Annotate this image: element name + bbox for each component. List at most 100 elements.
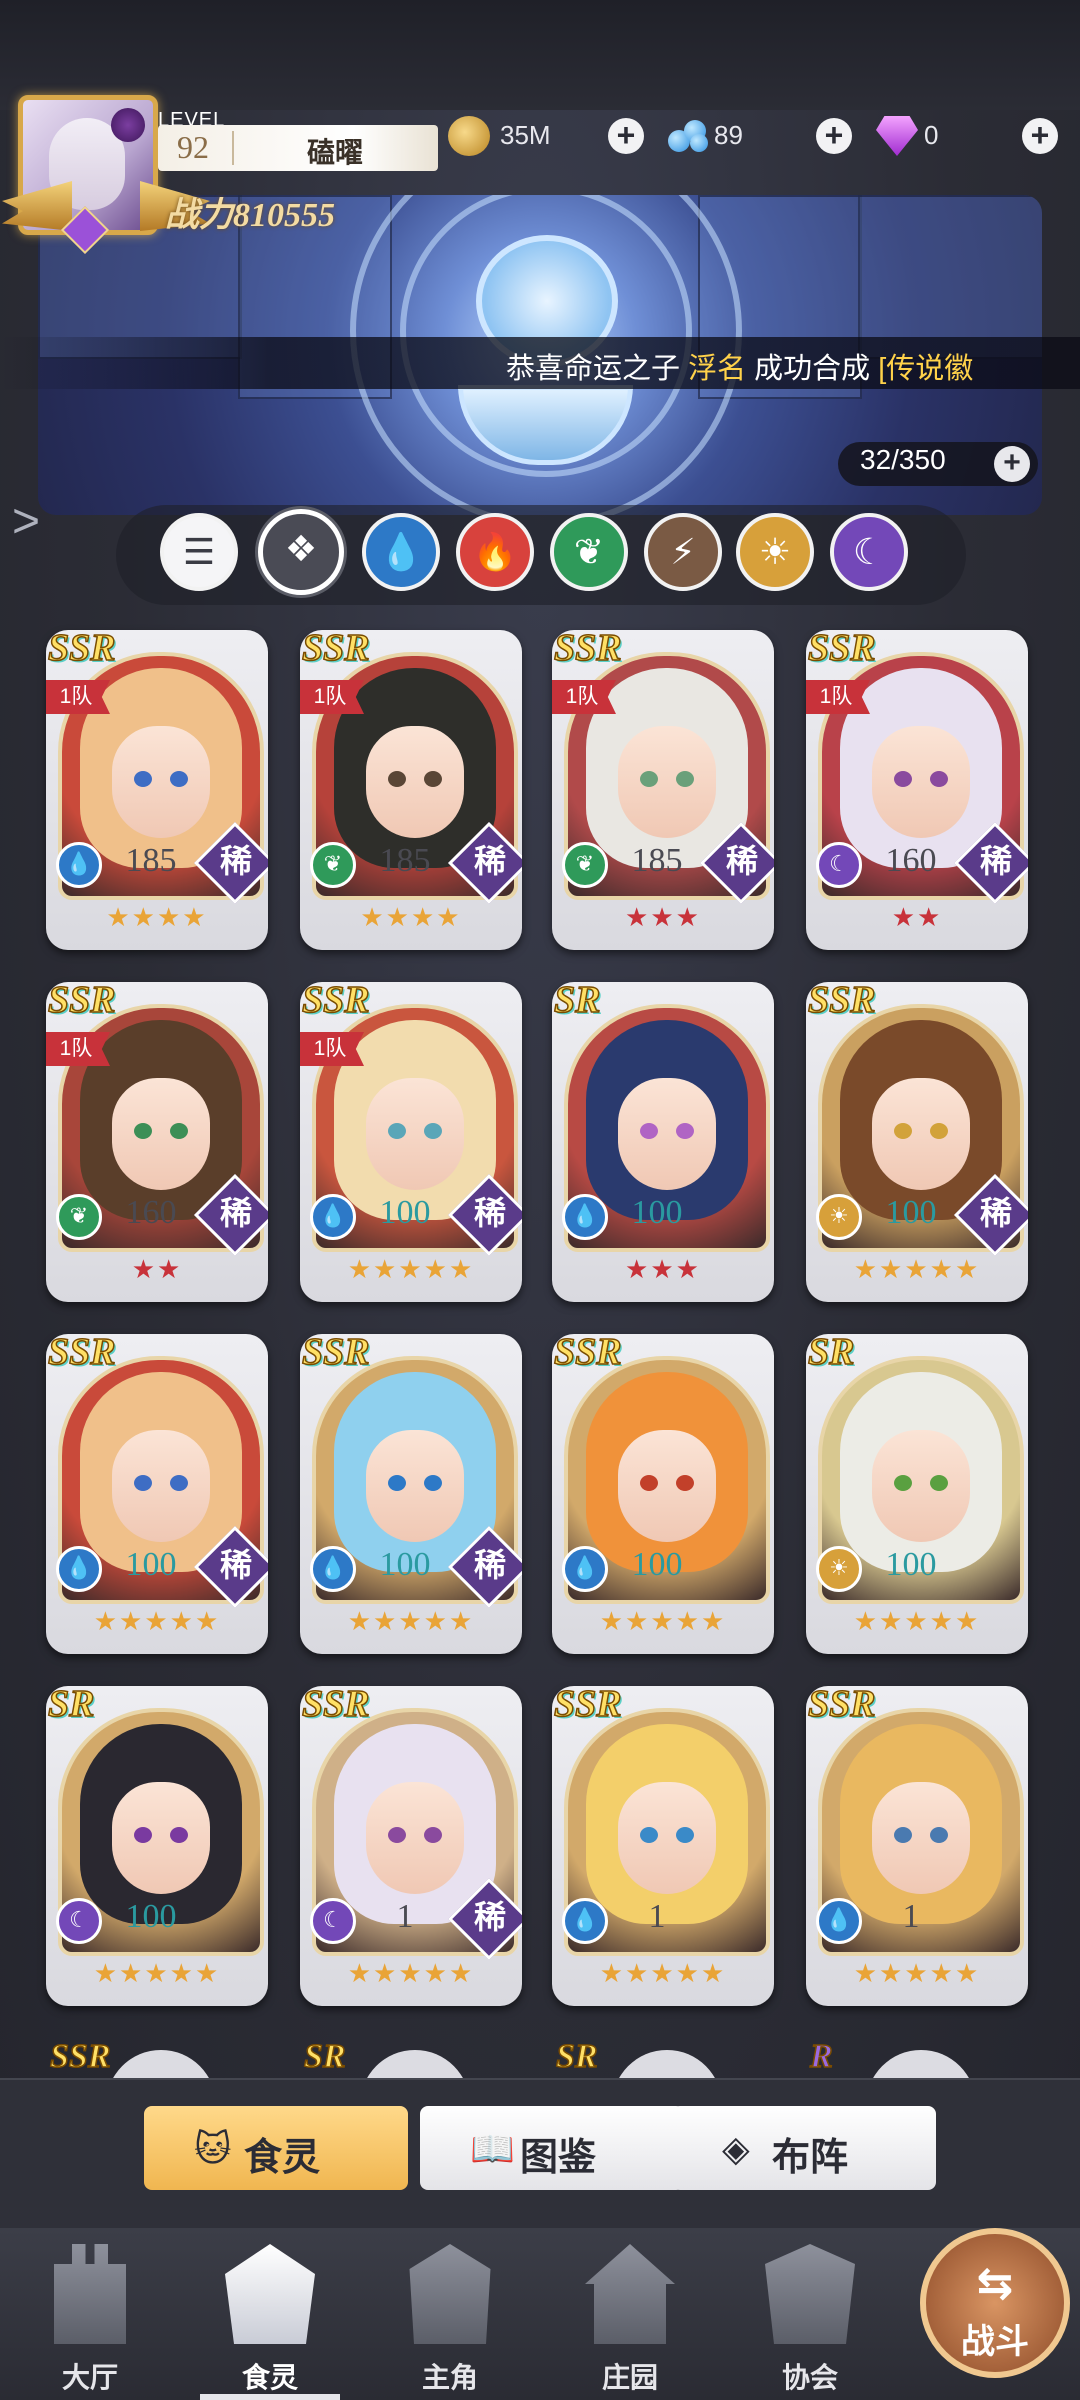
spirit-card[interactable]: SSR 💧 1 ★★★★★ [806,1686,1028,2006]
battle-button[interactable]: ⇆ 战斗 [920,2228,1070,2378]
star-rating: ★★★★★ [347,1606,475,1636]
rarity-badge: SSR [301,1686,370,1726]
formation-icon: ◈ [722,2128,750,2169]
spirit-card[interactable]: SSR 1队 ☾ 160 稀 ★★ [806,630,1028,950]
cat-bowl-icon [225,2244,315,2344]
battle-arrows-icon: ⇆ [976,2259,1014,2308]
star-rating: ★★★★★ [599,1606,727,1636]
nav-manor[interactable]: 庄园 [540,2236,720,2400]
team-tag: 1队 [806,680,870,714]
spirit-card[interactable]: SSR 💧 100 ★★★★★ [552,1334,774,1654]
filter-water[interactable]: 💧 [362,513,440,591]
rarity-badge: SSR [553,1334,622,1374]
spirit-card-partial[interactable]: SR [552,2040,774,2080]
rarity-badge: SSR [807,1686,876,1726]
player-name: 磕曜 [306,137,363,168]
spirit-card[interactable]: SSR 1队 💧 100 稀 ★★★★★ [300,982,522,1302]
filter-fire[interactable]: 🔥 [456,513,534,591]
sun-icon: ☀ [758,531,792,572]
leaf-icon: ❦ [573,531,605,572]
spirit-card[interactable]: SSR 1队 💧 185 稀 ★★★★ [46,630,268,950]
side-panel-arrow-icon[interactable]: > [12,494,40,549]
rare-badge-label: 稀 [725,842,758,880]
filter-dark[interactable]: ☾ [830,513,908,591]
rare-badge-label: 稀 [219,1546,252,1584]
rare-badge-label: 稀 [219,842,252,880]
active-indicator [200,2394,340,2400]
star-rating: ★★★★★ [853,1606,981,1636]
expand-inventory-button[interactable]: + [994,446,1030,482]
filter-all[interactable]: ☰ [160,513,238,591]
spirit-card-partial[interactable]: SSR [46,2040,268,2080]
tab-formation[interactable]: ◈ 布阵 [672,2106,936,2190]
rose-icon [111,108,145,142]
rarity-badge: SSR [49,2040,111,2076]
rare-badge-label: 稀 [979,1194,1012,1232]
nav-cat-bowl[interactable]: 食灵 [180,2236,360,2400]
spirit-card[interactable]: SR ☾ 100 ★★★★★ [46,1686,268,2006]
gold-value: 35M [500,120,551,150]
stained-glass-pane [858,195,1042,359]
castle-icon [54,2244,126,2344]
spirit-card[interactable]: SSR 1队 ❦ 160 稀 ★★ [46,982,268,1302]
list-icon: ☰ [182,531,216,572]
spirit-card[interactable]: SSR 1队 ❦ 185 稀 ★★★★ [300,630,522,950]
lightning-icon: ⚡ [670,531,696,572]
rarity-badge: SR [47,1686,95,1726]
spirit-card[interactable]: SSR 1队 ❦ 185 稀 ★★★ [552,630,774,950]
book-icon: 📖 [470,2128,515,2169]
spirit-card[interactable]: SSR 💧 100 稀 ★★★★★ [300,1334,522,1654]
spirit-card[interactable]: SR 💧 100 ★★★ [552,982,774,1302]
rarity-badge: SR [553,982,601,1022]
nav-label: 庄园 [601,2362,658,2393]
rarity-badge: SSR [553,630,622,670]
gold-coin-icon [448,116,490,156]
moon-icon: ☾ [852,531,886,572]
star-rating: ★★★★★ [853,1958,981,1988]
spirit-level: 100 [631,1194,683,1231]
spirit-card-partial[interactable]: SR [300,2040,522,2080]
rarity-badge: SSR [553,1686,622,1726]
top-status-bar [0,0,1080,110]
filter-generic[interactable]: ❖ [258,509,344,595]
nav-guild[interactable]: 协会 [720,2236,900,2400]
nav-label: 大厅 [61,2362,118,2393]
spirit-card[interactable]: SSR 💧 100 稀 ★★★★★ [46,1334,268,1654]
nav-helmet[interactable]: 主角 [360,2236,540,2400]
fire-icon: 🔥 [472,531,518,572]
player-panel: LEVEL 92 磕曜 战力810555 [2,95,440,255]
spirit-level: 1 [648,1898,666,1935]
manor-icon [585,2244,675,2344]
spirit-card-partial[interactable]: R [806,2040,1028,2080]
spirit-card[interactable]: SSR 💧 1 ★★★★★ [552,1686,774,2006]
player-level: 92 [177,129,209,165]
rarity-badge: SSR [47,1334,116,1374]
spirit-card[interactable]: SSR ☾ 1 稀 ★★★★★ [300,1686,522,2006]
rare-badge-label: 稀 [473,1898,506,1936]
spirit-card[interactable]: SSR ☀ 100 稀 ★★★★★ [806,982,1028,1302]
nav-label: 主角 [421,2362,478,2393]
add-gold-button[interactable]: + [608,118,644,154]
filter-light[interactable]: ☀ [736,513,814,591]
bubble-value: 89 [714,120,743,150]
filter-wind[interactable]: ❦ [550,513,628,591]
inventory-count: 32/350 [860,444,946,475]
blue-bubble-icon [668,116,710,156]
star-rating: ★★★ [625,1254,701,1284]
tab-label: 布阵 [772,2137,849,2179]
spirit-card[interactable]: SR ☀ 100 ★★★★★ [806,1334,1028,1654]
add-bubble-button[interactable]: + [816,118,852,154]
rarity-badge: SSR [47,630,116,670]
add-diamond-button[interactable]: + [1022,118,1058,154]
purple-diamond-icon [876,116,918,156]
rarity-badge: R [809,2040,833,2076]
rare-badge-label: 稀 [979,842,1012,880]
nav-label: 协会 [781,2362,838,2393]
tab-book[interactable]: 📖 图鉴 [420,2106,684,2190]
star-rating: ★★★★★ [599,1958,727,1988]
tab-cat-spirit[interactable]: 🐱 食灵 [144,2106,408,2190]
nav-castle[interactable]: 大厅 [0,2236,180,2400]
filter-thunder[interactable]: ⚡ [644,513,722,591]
team-tag: 1队 [300,680,364,714]
rarity-badge: SSR [807,630,876,670]
